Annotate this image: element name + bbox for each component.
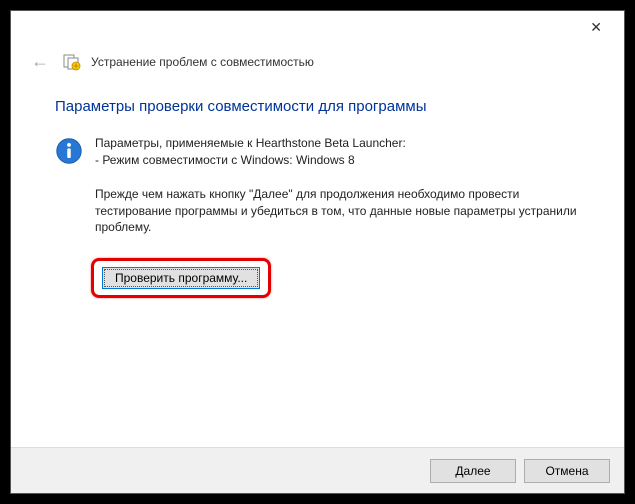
cancel-button[interactable]: Отмена: [524, 459, 610, 483]
info-block: Параметры, применяемые к Hearthstone Bet…: [55, 135, 580, 170]
wizard-footer: Далее Отмена: [11, 447, 624, 493]
back-arrow-icon: ←: [27, 49, 53, 74]
annotation-highlight: Проверить программу...: [91, 258, 271, 298]
info-line-2: - Режим совместимости с Windows: Windows…: [95, 152, 406, 169]
wizard-header: ← Устранение проблем с совместимостью: [11, 43, 624, 84]
titlebar: ✕: [11, 11, 624, 43]
info-icon: [55, 137, 83, 165]
wizard-body: Параметры проверки совместимости для про…: [11, 84, 624, 447]
test-program-button[interactable]: Проверить программу...: [102, 267, 260, 289]
wizard-title: Устранение проблем с совместимостью: [91, 55, 314, 69]
compatibility-settings-text: Параметры, применяемые к Hearthstone Bet…: [95, 135, 406, 170]
next-button[interactable]: Далее: [430, 459, 516, 483]
instruction-text: Прежде чем нажать кнопку "Далее" для про…: [95, 186, 580, 236]
troubleshooter-icon: [63, 53, 81, 71]
close-icon[interactable]: ✕: [582, 15, 610, 40]
info-line-1: Параметры, применяемые к Hearthstone Bet…: [95, 135, 406, 152]
page-title: Параметры проверки совместимости для про…: [55, 98, 580, 115]
compatibility-troubleshooter-window: ✕ ← Устранение проблем с совместимостью …: [10, 10, 625, 494]
